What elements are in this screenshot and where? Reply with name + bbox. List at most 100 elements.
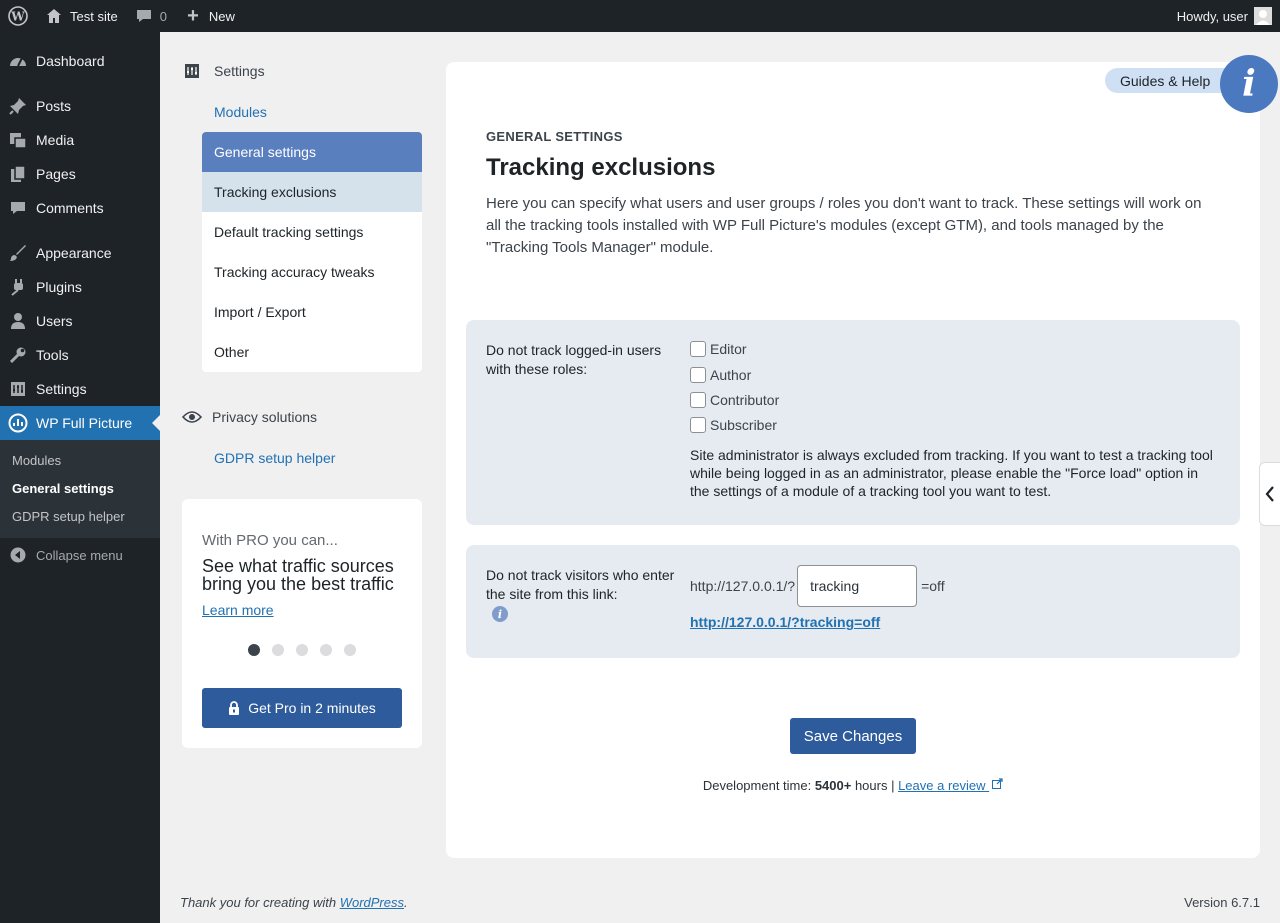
wordpress-link[interactable]: WordPress	[340, 895, 404, 910]
settings-heading-label: Settings	[214, 63, 265, 79]
admin-exclusion-note: Site administrator is always excluded fr…	[690, 447, 1213, 499]
pages-icon	[0, 165, 36, 183]
nav-item-default-tracking-settings[interactable]: Default tracking settings	[202, 212, 422, 252]
menu-item-dashboard[interactable]: Dashboard	[0, 44, 160, 78]
info-icon[interactable]: i	[492, 606, 508, 622]
role-checkbox-contributor[interactable]: Contributor	[690, 392, 779, 408]
role-checkbox-editor[interactable]: Editor	[690, 341, 747, 357]
menu-item-pages[interactable]: Pages	[0, 157, 160, 191]
role-label: Author	[710, 367, 752, 383]
role-label: Subscriber	[710, 417, 777, 433]
menu-item-wp-full-picture[interactable]: WP Full Picture	[0, 406, 160, 440]
admin-bar: W Test site 0 + New Howdy, user	[0, 0, 1280, 32]
footer-version: Version 6.7.1	[1184, 895, 1260, 910]
development-time: Development time: 5400+ hours | Leave a …	[446, 778, 1260, 793]
settings-card: Guides & Help i GENERAL SETTINGS Trackin…	[446, 55, 1278, 858]
carousel-dot[interactable]	[296, 644, 308, 656]
carousel-dot[interactable]	[344, 644, 356, 656]
new-content-button[interactable]: + New	[175, 0, 243, 32]
nav-item-general-settings[interactable]: General settings	[202, 132, 422, 172]
site-name: Test site	[70, 8, 118, 24]
menu-label-posts: Posts	[36, 98, 72, 114]
pro-headline-line-2: bring you the best traffic	[202, 574, 394, 594]
comment-icon	[134, 6, 154, 26]
menu-label-plugins: Plugins	[36, 279, 82, 295]
menu-item-comments[interactable]: Comments	[0, 191, 160, 225]
checkbox[interactable]	[690, 341, 706, 357]
checkbox[interactable]	[690, 367, 706, 383]
privacy-heading-label: Privacy solutions	[212, 409, 318, 425]
new-label: New	[208, 8, 235, 24]
learn-more-link[interactable]: Learn more	[202, 602, 274, 618]
get-pro-label: Get Pro in 2 minutes	[248, 700, 376, 716]
footer-thanks: Thank you for creating with WordPress.	[180, 895, 408, 910]
carousel-dot[interactable]	[320, 644, 332, 656]
chart-circle-icon	[0, 413, 36, 433]
howdy-text: Howdy, user	[1176, 8, 1248, 24]
tracking-param-input[interactable]: tracking	[797, 565, 918, 607]
menu-item-users[interactable]: Users	[0, 304, 160, 338]
checkbox[interactable]	[690, 392, 706, 408]
url-suffix: =off	[921, 578, 945, 594]
collapse-label: Collapse menu	[36, 547, 123, 563]
modules-link[interactable]: Modules	[214, 104, 267, 120]
comments-count: 0	[159, 8, 167, 24]
role-checkbox-author[interactable]: Author	[690, 367, 751, 383]
nav-item-other[interactable]: Other	[202, 332, 422, 372]
leave-review-link[interactable]: Leave a review	[898, 778, 1003, 793]
dev-suffix: hours |	[851, 778, 899, 793]
get-pro-button[interactable]: Get Pro in 2 minutes	[202, 688, 402, 728]
settings-nav-list: General settings Tracking exclusions Def…	[202, 132, 422, 372]
tracking-off-link[interactable]: http://127.0.0.1/?tracking=off	[690, 614, 880, 630]
role-checkbox-subscriber[interactable]: Subscriber	[690, 417, 777, 433]
gdpr-setup-helper-link[interactable]: GDPR setup helper	[214, 450, 335, 466]
svg-text:W: W	[10, 10, 25, 24]
site-name-link[interactable]: Test site	[36, 0, 126, 32]
menu-item-posts[interactable]: Posts	[0, 89, 160, 123]
side-panel-toggle[interactable]	[1259, 462, 1280, 526]
pro-headline-line-1: See what traffic sources	[202, 556, 394, 576]
comments-link[interactable]: 0	[126, 0, 175, 32]
nav-item-tracking-exclusions[interactable]: Tracking exclusions	[202, 172, 422, 212]
page-title: Tracking exclusions	[486, 154, 716, 181]
menu-label-media: Media	[36, 132, 75, 148]
wordpress-logo-button[interactable]: W	[0, 0, 36, 32]
url-prefix: http://127.0.0.1/?	[690, 578, 796, 594]
submenu-item-general-settings[interactable]: General settings	[12, 481, 114, 496]
brush-icon	[0, 244, 36, 262]
home-icon	[44, 6, 64, 26]
roles-label: Do not track logged-in users with these …	[486, 342, 662, 377]
menu-label-tools: Tools	[36, 347, 69, 363]
menu-item-media[interactable]: Media	[0, 123, 160, 157]
carousel-dot[interactable]	[272, 644, 284, 656]
plugin-icon	[0, 278, 36, 296]
menu-label-pages: Pages	[36, 166, 76, 182]
submenu-item-gdpr-setup-helper[interactable]: GDPR setup helper	[12, 509, 125, 524]
menu-item-plugins[interactable]: Plugins	[0, 270, 160, 304]
info-glyph: i	[1242, 63, 1256, 105]
save-changes-button[interactable]: Save Changes	[790, 718, 916, 754]
section-eyebrow: GENERAL SETTINGS	[486, 129, 623, 144]
role-label: Editor	[710, 341, 747, 357]
role-label: Contributor	[710, 392, 780, 408]
dev-hours: 5400+	[814, 778, 852, 793]
checkbox[interactable]	[690, 417, 706, 433]
submenu-item-modules[interactable]: Modules	[12, 453, 61, 468]
pin-icon	[0, 97, 36, 115]
info-icon[interactable]: i	[1220, 55, 1278, 113]
menu-item-appearance[interactable]: Appearance	[0, 236, 160, 270]
nav-item-tracking-accuracy-tweaks[interactable]: Tracking accuracy tweaks	[202, 252, 422, 292]
collapse-menu-button[interactable]: Collapse menu	[0, 544, 123, 566]
menu-label-wp-full-picture: WP Full Picture	[36, 415, 133, 431]
pro-intro: With PRO you can...	[202, 532, 338, 549]
settings-heading: Settings	[184, 63, 265, 79]
my-account[interactable]: Howdy, user	[1177, 7, 1280, 25]
link-label: Do not track visitors who enter the site…	[486, 567, 675, 602]
carousel-dot[interactable]	[248, 644, 260, 656]
menu-item-tools[interactable]: Tools	[0, 338, 160, 372]
wordpress-logo-icon: W	[8, 6, 28, 26]
pro-promo-box: With PRO you can... See what traffic sou…	[182, 499, 422, 748]
nav-item-import-export[interactable]: Import / Export	[202, 292, 422, 332]
menu-item-settings[interactable]: Settings	[0, 372, 160, 406]
external-link-icon	[992, 778, 1003, 789]
